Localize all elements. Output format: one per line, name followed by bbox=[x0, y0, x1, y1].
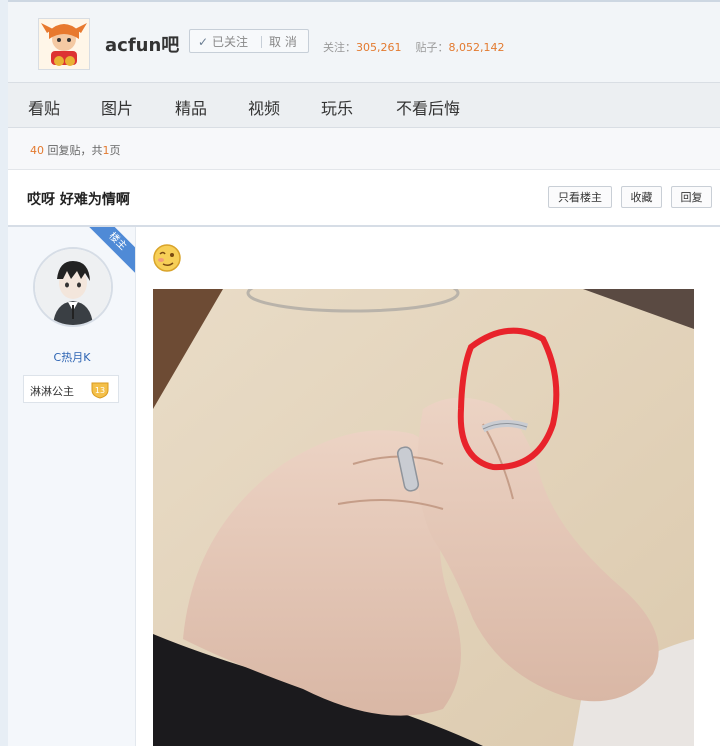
forum-stats: 关注：305,261 贴子：8,052,142 bbox=[323, 39, 504, 55]
page-label: 页 bbox=[109, 144, 121, 157]
posts-label: 贴子： bbox=[415, 41, 449, 54]
followers-label: 关注： bbox=[323, 41, 356, 54]
reply-summary: 40 回复贴，共1页 bbox=[30, 142, 121, 158]
shy-emoji-icon bbox=[153, 244, 181, 272]
author-name[interactable]: C热月K bbox=[8, 349, 135, 365]
divider bbox=[261, 36, 262, 48]
thread-title: 哎呀 好难为情啊 bbox=[27, 192, 130, 208]
post-photo[interactable] bbox=[153, 289, 694, 746]
member-badge[interactable]: 淋淋公主 13 bbox=[23, 375, 119, 403]
follow-toggle[interactable]: ✓ 已关注 取 消 bbox=[189, 29, 309, 53]
posts-count: 8,052,142 bbox=[448, 41, 505, 54]
followed-label: 已关注 bbox=[212, 35, 249, 49]
reply-count-bar: 40 回复贴，共1页 bbox=[8, 128, 720, 170]
nav-item-games[interactable]: 玩乐 bbox=[321, 95, 353, 119]
forum-nav: 看贴 图片 精品 视频 玩乐 不看后悔 bbox=[8, 82, 720, 128]
author-avatar[interactable] bbox=[33, 247, 113, 327]
followers-count: 305,261 bbox=[356, 41, 402, 54]
nav-item-must-see[interactable]: 不看后悔 bbox=[396, 95, 460, 119]
nav-item-pictures[interactable]: 图片 bbox=[101, 95, 133, 119]
level-icon: 13 bbox=[91, 382, 109, 399]
page-count: 1 bbox=[102, 144, 110, 157]
reply-button[interactable]: 回复 bbox=[671, 186, 712, 208]
nav-item-videos[interactable]: 视频 bbox=[248, 95, 280, 119]
forum-avatar[interactable] bbox=[38, 18, 90, 70]
unfollow-button[interactable]: 取 消 bbox=[269, 30, 297, 54]
favorite-button[interactable]: 收藏 bbox=[621, 186, 662, 208]
member-title: 淋淋公主 bbox=[30, 385, 74, 398]
reply-count: 40 bbox=[30, 144, 44, 157]
forum-header: acfun吧 ✓ 已关注 取 消 关注：305,261 贴子：8,052,142 bbox=[8, 0, 720, 82]
nav-item-posts[interactable]: 看贴 bbox=[28, 95, 60, 119]
nav-item-featured[interactable]: 精品 bbox=[175, 95, 207, 119]
only-op-button[interactable]: 只看楼主 bbox=[548, 186, 612, 208]
level-number: 13 bbox=[95, 386, 105, 395]
thread-title-bar: 哎呀 好难为情啊 只看楼主 收藏 回复 bbox=[8, 170, 720, 227]
reply-label: 回复贴，共 bbox=[47, 144, 103, 157]
post-content bbox=[136, 227, 720, 746]
page-frame: acfun吧 ✓ 已关注 取 消 关注：305,261 贴子：8,052,142 … bbox=[8, 0, 720, 746]
check-icon: ✓ bbox=[198, 35, 209, 49]
forum-name[interactable]: acfun吧 bbox=[105, 31, 179, 57]
author-sidebar: 楼主 C热月K 淋淋公主 13 bbox=[8, 227, 136, 746]
